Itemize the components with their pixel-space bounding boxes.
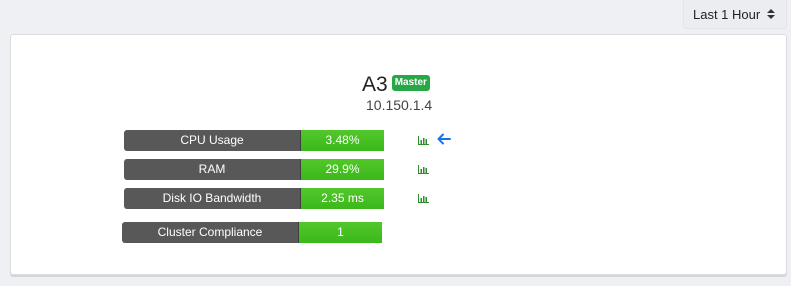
master-badge: Master <box>391 75 430 91</box>
arrow-left-icon[interactable] <box>437 133 451 145</box>
metric-label: RAM <box>124 159 301 180</box>
metric-label: CPU Usage <box>124 130 301 151</box>
metric-cluster-compliance: Cluster Compliance 1 <box>122 222 382 243</box>
time-range-value: Last 1 Hour <box>693 6 761 22</box>
metric-label: Disk IO Bandwidth <box>124 188 301 209</box>
node-ip: 10.150.1.4 <box>366 97 433 113</box>
metric-value: 2.35 ms <box>301 188 384 209</box>
time-range-select[interactable]: Last 1 Hour <box>683 0 787 29</box>
metric-value: 3.48% <box>301 130 384 151</box>
metric-value: 1 <box>299 222 382 243</box>
sort-caret-icon <box>767 9 775 19</box>
metric-value: 29.9% <box>301 159 384 180</box>
node-title: A3 Master <box>362 72 430 98</box>
bar-chart-icon[interactable] <box>418 165 429 174</box>
metric-label: Cluster Compliance <box>122 222 299 243</box>
bar-chart-icon[interactable] <box>418 136 429 145</box>
metric-disk-io-bandwidth: Disk IO Bandwidth 2.35 ms <box>124 188 384 209</box>
metric-ram: RAM 29.9% <box>124 159 384 180</box>
metric-cpu-usage: CPU Usage 3.48% <box>124 130 384 151</box>
node-card: A3 Master 10.150.1.4 CPU Usage 3.48% RAM… <box>10 34 787 275</box>
bar-chart-icon[interactable] <box>418 194 429 203</box>
node-name: A3 <box>362 73 388 96</box>
